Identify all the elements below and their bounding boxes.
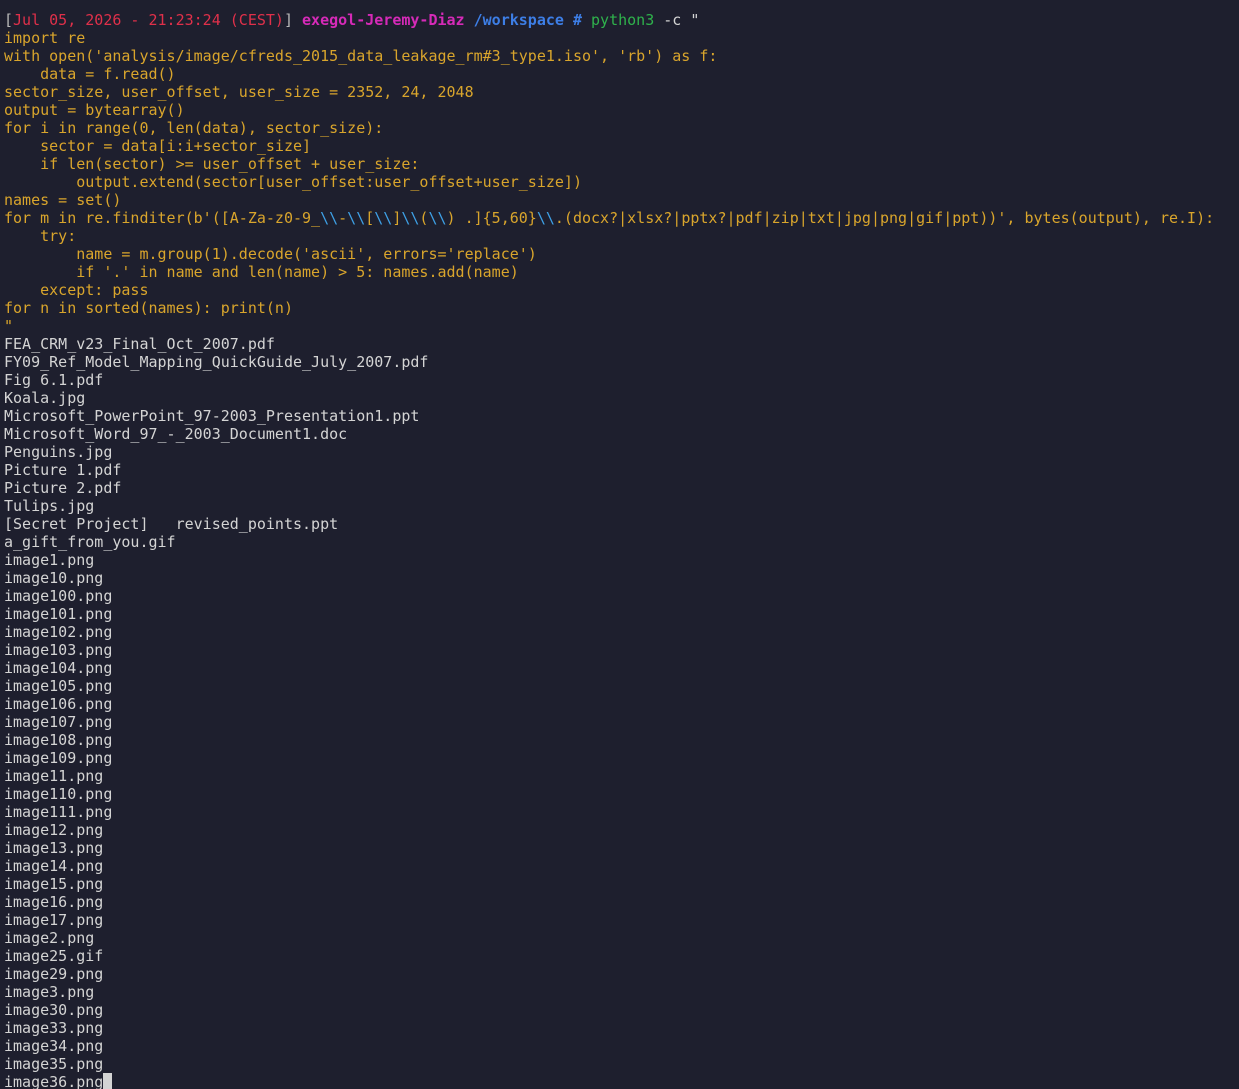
code-line: output = bytearray() [4,101,185,119]
regex-escape: \\ [536,209,555,227]
output-line: image30.png [4,1001,104,1019]
code-line: " [4,317,14,335]
output-line: image103.png [4,641,113,659]
output-line: Microsoft_Word_97_-_2003_Document1.doc [4,425,348,443]
output-line-last: image36.png [4,1073,1239,1089]
output-line: image14.png [4,857,104,875]
command-name: python3 [591,11,655,29]
code-line: sector_size, user_offset, user_size = 23… [4,83,474,101]
code-line: if '.' in name and len(name) > 5: names.… [4,263,519,281]
output-line: image104.png [4,659,113,677]
output-line: image10.png [4,569,104,587]
regex-part: [ [365,209,375,227]
code-line: import re [4,29,86,47]
output-line: Picture 2.pdf [4,479,122,497]
output-line: image11.png [4,767,104,785]
code-line: if len(sector) >= user_offset + user_siz… [4,155,420,173]
output-line: image106.png [4,695,113,713]
prompt-close-bracket: ] [283,11,293,29]
output-line: image25.gif [4,947,104,965]
output-line: image16.png [4,893,104,911]
code-line: for i in range(0, len(data), sector_size… [4,119,384,137]
output-line: image12.png [4,821,104,839]
code-line: for n in sorted(names): print(n) [4,299,293,317]
code-line: names = set() [4,191,122,209]
regex-part: for m in re.finditer(b'([A-Za-z0-9_ [4,209,321,227]
output-text: image36.png [4,1073,104,1089]
regex-part: ) .]{5,60} [446,209,537,227]
output-line: image105.png [4,677,113,695]
regex-escape: \\ [401,209,420,227]
code-line: try: [4,227,77,245]
output-line: Penguins.jpg [4,443,113,461]
prompt-cwd: /workspace [473,11,564,29]
regex-part: ] [392,209,402,227]
prompt-line: [Jul 05, 2026 - 21:23:24 (CEST)] exegol-… [4,11,1239,29]
code-line: data = f.read() [4,65,176,83]
regex-escape: \\ [428,209,447,227]
output-line: [Secret Project] revised_points.ppt [4,515,339,533]
output-line: image1.png [4,551,95,569]
prompt-timestamp: Jul 05, 2026 - 21:23:24 (CEST) [13,11,284,29]
output-line: FY09_Ref_Model_Mapping_QuickGuide_July_2… [4,353,429,371]
prompt-open-bracket: [ [4,11,14,29]
output-line: image3.png [4,983,95,1001]
code-line: name = m.group(1).decode('ascii', errors… [4,245,537,263]
output-line: a_gift_from_you.gif [4,533,176,551]
code-line-regex: for m in re.finditer(b'([A-Za-z0-9_\\-\\… [4,209,1239,227]
terminal-window[interactable]: [Jul 05, 2026 - 21:23:24 (CEST)] exegol-… [0,0,1239,1089]
command-args: -c " [663,11,700,29]
output-line: image29.png [4,965,104,983]
output-line: Fig 6.1.pdf [4,371,104,389]
output-line: FEA_CRM_v23_Final_Oct_2007.pdf [4,335,275,353]
output-line: Picture 1.pdf [4,461,122,479]
regex-escape: \\ [374,209,393,227]
output-line: image33.png [4,1019,104,1037]
output-line: image35.png [4,1055,104,1073]
code-line: sector = data[i:i+sector_size] [4,137,312,155]
output-line: Koala.jpg [4,389,86,407]
regex-escape: \\ [347,209,366,227]
prompt-symbol: # [572,11,582,29]
output-line: image17.png [4,911,104,929]
output-line: image15.png [4,875,104,893]
output-line: Tulips.jpg [4,497,95,515]
prompt-hostname: exegol-Jeremy-Diaz [302,11,465,29]
output-line: image34.png [4,1037,104,1055]
code-line: with open('analysis/image/cfreds_2015_da… [4,47,718,65]
output-line: image100.png [4,587,113,605]
code-line: except: pass [4,281,149,299]
output-line: image101.png [4,605,113,623]
output-line: image110.png [4,785,113,803]
regex-part: - [338,209,348,227]
terminal-cursor [103,1073,113,1089]
code-line: output.extend(sector[user_offset:user_of… [4,173,582,191]
output-line: image102.png [4,623,113,641]
output-line: image2.png [4,929,95,947]
output-line: image13.png [4,839,104,857]
output-line: image111.png [4,803,113,821]
output-line: image108.png [4,731,113,749]
output-line: image107.png [4,713,113,731]
regex-escape: \\ [320,209,339,227]
output-line: Microsoft_PowerPoint_97-2003_Presentatio… [4,407,420,425]
regex-part: .(docx?|xlsx?|pptx?|pdf|zip|txt|jpg|png|… [554,209,1215,227]
output-line: image109.png [4,749,113,767]
